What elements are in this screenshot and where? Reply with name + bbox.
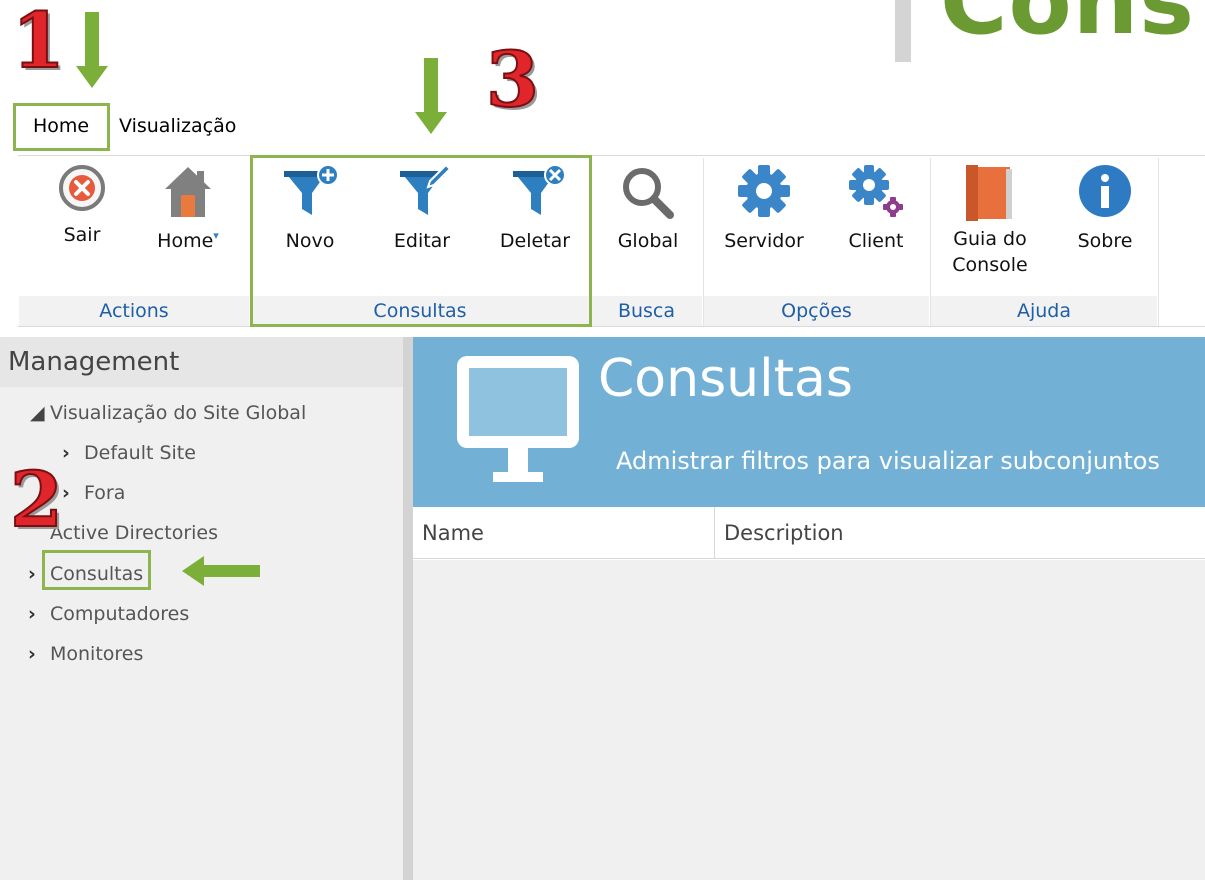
tree-label: Default Site — [84, 442, 196, 464]
tree-label: Active Directories — [50, 522, 219, 544]
expanded-icon[interactable]: ◢ — [30, 402, 50, 424]
tree-item-site-global[interactable]: ◢ Visualização do Site Global — [30, 402, 306, 424]
panel-splitter[interactable] — [403, 337, 413, 880]
sair-label: Sair — [63, 224, 101, 246]
banner-subtitle: Admistrar filtros para visualizar subcon… — [616, 447, 1160, 475]
client-label: Client — [848, 230, 904, 252]
sobre-label: Sobre — [1077, 230, 1133, 252]
group-label-ajuda: Ajuda — [931, 296, 1157, 326]
tab-visualizacao[interactable]: Visualização — [119, 115, 236, 137]
guia-label-line1: Guia do — [953, 228, 1027, 250]
exit-icon — [59, 165, 105, 211]
tree-label: Computadores — [50, 603, 190, 625]
group-label-actions: Actions — [19, 296, 249, 326]
step-2-arrow-icon — [182, 556, 260, 586]
book-icon — [966, 165, 1012, 221]
banner-title: Consultas — [598, 349, 853, 409]
chevron-right-icon[interactable]: › — [62, 442, 84, 464]
consultas-item-highlight — [42, 550, 151, 590]
tree-item-computadores[interactable]: › Computadores — [28, 603, 189, 625]
client-button[interactable]: Client — [838, 163, 914, 255]
chevron-right-icon[interactable]: › — [62, 482, 84, 504]
tree-label: Fora — [84, 482, 126, 504]
group-separator — [1158, 158, 1159, 326]
servidor-label: Servidor — [724, 230, 804, 252]
step-1-marker: 1 — [11, 0, 66, 85]
results-list — [413, 560, 1205, 880]
header-title-fragment: Cons — [940, 0, 1195, 55]
gear-icon — [738, 165, 790, 217]
sobre-button[interactable]: Sobre — [1065, 163, 1145, 255]
group-label-busca: Busca — [591, 296, 702, 326]
panel-title: Management — [0, 337, 403, 387]
home-label: Home — [157, 230, 214, 252]
servidor-button[interactable]: Servidor — [714, 163, 814, 255]
global-label: Global — [617, 230, 679, 252]
dropdown-caret-icon: ▾ — [213, 229, 219, 242]
home-button[interactable]: Home▾ — [148, 163, 228, 255]
step-1-arrow-icon — [76, 12, 108, 88]
tree-item-fora[interactable]: › Fora — [62, 482, 125, 504]
chevron-right-icon[interactable]: › — [28, 603, 50, 625]
consultas-group-highlight — [250, 155, 592, 327]
home-tab-highlight — [13, 103, 110, 151]
search-icon — [623, 168, 674, 219]
house-icon — [165, 167, 211, 217]
chevron-right-icon[interactable]: › — [28, 643, 50, 665]
tree-item-monitores[interactable]: › Monitores — [28, 643, 143, 665]
app-window: Cons 1 3 Home Visualização Sair Home▾ No… — [0, 0, 1205, 880]
step-3-marker: 3 — [485, 35, 540, 124]
guia-do-console-button[interactable]: Guia do Console — [940, 163, 1040, 278]
guia-label-line2: Console — [952, 253, 1028, 276]
monitor-icon — [457, 356, 579, 482]
global-search-button[interactable]: Global — [610, 163, 686, 255]
column-header-name[interactable]: Name — [413, 507, 715, 559]
group-label-opcoes: Opções — [704, 296, 929, 326]
step-3-arrow-icon — [415, 58, 447, 134]
tree-item-active-directories[interactable]: Active Directories — [50, 522, 218, 544]
column-header-description[interactable]: Description — [715, 507, 1205, 559]
header-divider — [895, 0, 911, 62]
gears-icon — [849, 165, 903, 217]
tree-label: Monitores — [50, 643, 144, 665]
info-icon — [1079, 165, 1131, 217]
page-banner: Consultas Admistrar filtros para visuali… — [413, 337, 1205, 507]
tree-item-default-site[interactable]: › Default Site — [62, 442, 196, 464]
sair-button[interactable]: Sair — [47, 163, 117, 249]
step-2-marker: 2 — [9, 455, 64, 544]
tree-label: Visualização do Site Global — [50, 402, 307, 424]
